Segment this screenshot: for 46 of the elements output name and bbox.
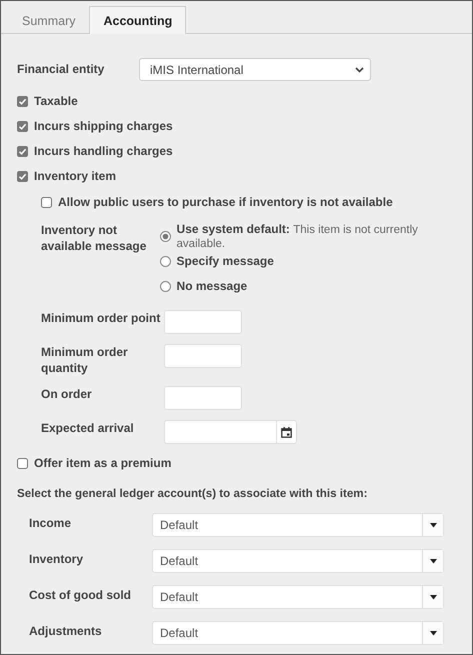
caret-down-icon [430, 594, 436, 600]
financial-entity-dropdown[interactable]: iMIS International [139, 58, 371, 81]
account-dropdown[interactable]: Default [152, 513, 444, 537]
field-label: Adjustments [29, 623, 103, 639]
field-label: Cost of good sold [29, 587, 132, 603]
checkbox-label: Incurs handling charges [34, 143, 173, 159]
checkbox[interactable] [41, 196, 52, 208]
caret-down-icon [430, 522, 436, 528]
field-label: Inventory not available message [41, 222, 148, 255]
caret-down-icon [430, 558, 436, 564]
field-label: Financial entity [17, 61, 106, 77]
radio-button[interactable] [160, 280, 171, 292]
checkbox-label: Allow public users to purchase if inventory is not available [58, 194, 393, 210]
account-dropdown[interactable]: Default [152, 549, 444, 573]
field-label: Income [29, 515, 72, 531]
calendar-icon [281, 426, 292, 438]
field-label: Expected arrival [41, 420, 135, 436]
checkbox[interactable] [17, 170, 28, 182]
input-field[interactable] [164, 386, 242, 410]
date-field[interactable] [164, 420, 297, 444]
checkbox-label: Taxable [34, 93, 78, 109]
radio-label: Use system default: This item is not currently available. [176, 222, 419, 250]
tab[interactable]: Accounting [89, 6, 186, 34]
input-field[interactable] [164, 310, 242, 334]
checkbox[interactable] [17, 96, 28, 106]
radio-button[interactable] [160, 230, 171, 242]
radio-button[interactable] [160, 256, 171, 266]
field-label: Minimum order point [41, 310, 162, 326]
tab[interactable]: Summary [8, 6, 90, 34]
checkbox-label: Offer item as a premium [34, 455, 172, 471]
account-dropdown[interactable]: Default [152, 621, 444, 645]
field-label: Minimum order quantity [41, 344, 129, 376]
radio-label: Specify message [176, 254, 274, 268]
checkbox-label: Incurs shipping charges [34, 118, 173, 134]
field-label: Inventory [29, 551, 84, 567]
field-label: On order [41, 386, 93, 402]
radio-label: No message [176, 279, 248, 293]
account-dropdown[interactable]: Default [152, 585, 444, 609]
chevron-down-icon [355, 66, 364, 72]
instruction-text: Select the general ledger account(s) to associate with this item: [17, 487, 368, 500]
checkbox[interactable] [17, 458, 28, 468]
checkbox[interactable] [17, 120, 28, 132]
input-field[interactable] [164, 344, 242, 368]
checkbox[interactable] [17, 146, 28, 156]
checkbox-label: Inventory item [34, 168, 116, 184]
caret-down-icon [430, 630, 436, 636]
